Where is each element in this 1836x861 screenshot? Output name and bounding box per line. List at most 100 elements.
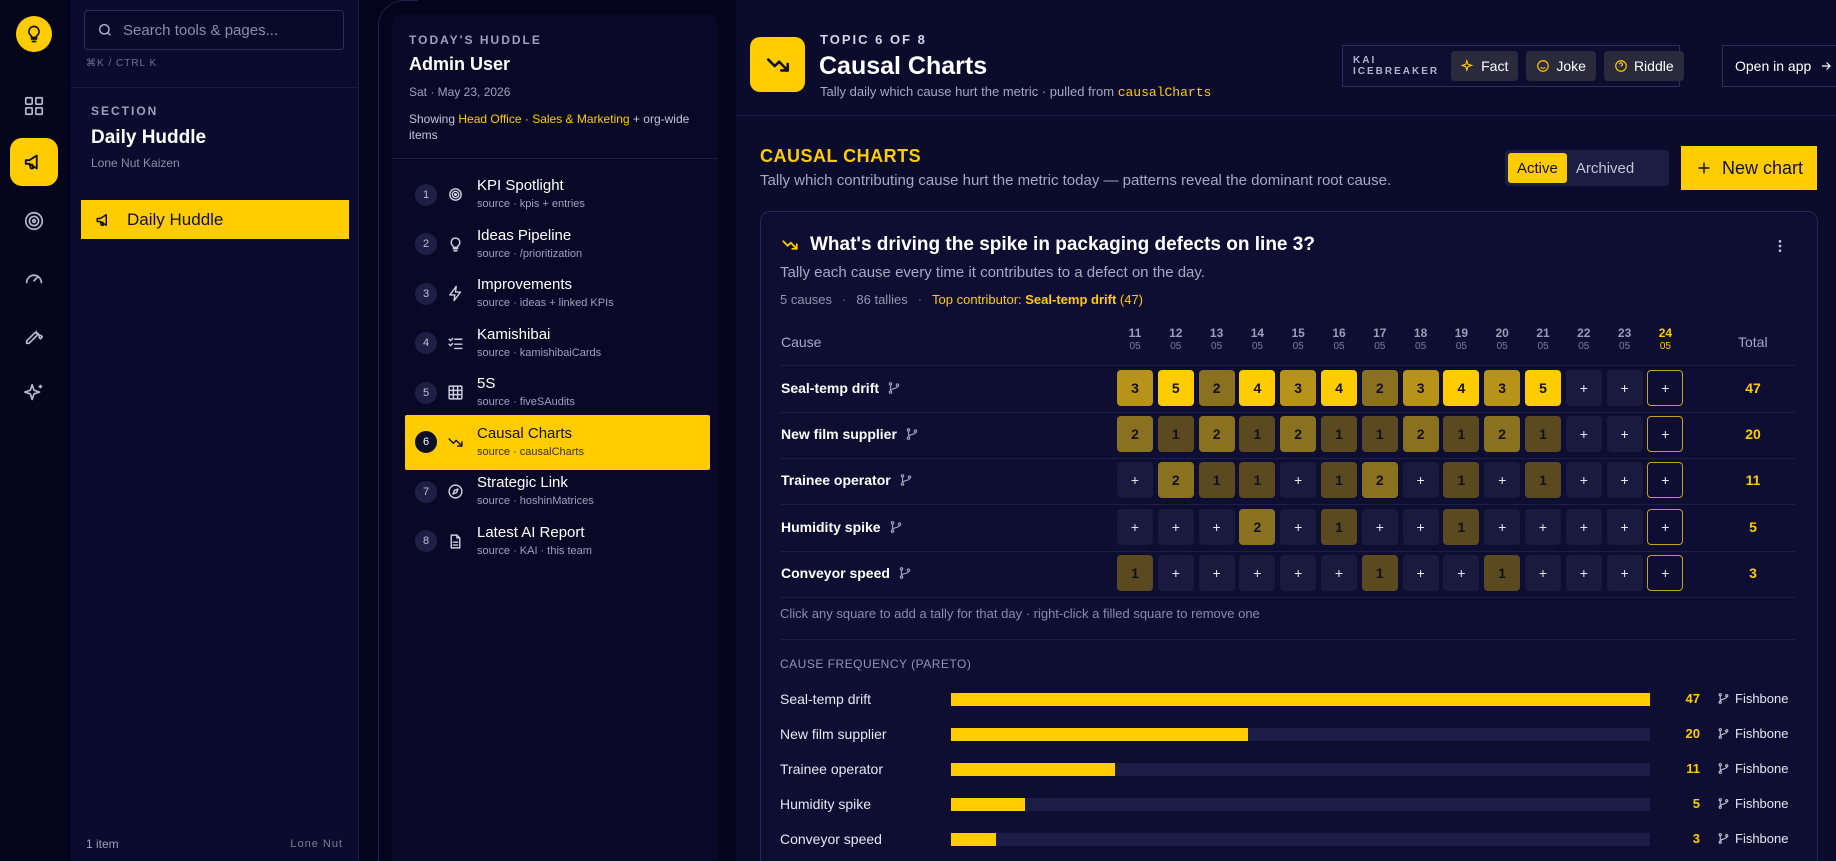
tally-add-cell[interactable]: + xyxy=(1484,508,1521,545)
tally-cell[interactable]: 1 xyxy=(1321,416,1357,453)
tally-add-cell[interactable]: + xyxy=(1280,508,1317,545)
tally-cell[interactable]: 1 xyxy=(1239,462,1276,499)
tally-cell[interactable]: 1 xyxy=(1525,462,1561,499)
tally-add-cell[interactable]: + xyxy=(1647,554,1684,591)
tally-cell[interactable]: 5 xyxy=(1157,370,1194,406)
fishbone-link[interactable]: Fishbone xyxy=(1717,831,1788,846)
topic-item[interactable]: 1 KPI Spotlight source · kpis + entries xyxy=(405,167,710,222)
tally-add-cell[interactable]: + xyxy=(1484,462,1521,499)
sparkle-icon[interactable] xyxy=(10,369,58,417)
tally-cell[interactable]: 4 xyxy=(1321,370,1357,406)
topic-item[interactable]: 6 Causal Charts source · causalCharts xyxy=(405,414,710,470)
branch-icon[interactable] xyxy=(889,520,903,534)
tally-add-cell[interactable]: + xyxy=(1402,462,1439,499)
nav-item-daily-huddle[interactable]: Daily Huddle xyxy=(81,200,349,239)
tally-cell[interactable]: 1 xyxy=(1361,416,1398,453)
tally-cell[interactable]: 1 xyxy=(1321,462,1357,499)
tally-add-cell[interactable]: + xyxy=(1606,416,1643,453)
fishbone-link[interactable]: Fishbone xyxy=(1717,796,1788,811)
tally-cell[interactable]: 3 xyxy=(1484,370,1521,406)
tally-cell[interactable]: 2 xyxy=(1402,416,1439,453)
tally-add-cell[interactable]: + xyxy=(1198,554,1235,591)
target-icon[interactable] xyxy=(10,197,58,245)
tally-cell[interactable]: 3 xyxy=(1402,370,1439,406)
tally-cell[interactable]: 1 xyxy=(1321,508,1357,545)
search-box[interactable] xyxy=(84,10,344,50)
tally-add-cell[interactable]: + xyxy=(1157,554,1194,591)
tally-add-cell[interactable]: + xyxy=(1565,416,1602,453)
tally-add-cell[interactable]: + xyxy=(1565,462,1602,499)
fishbone-link[interactable]: Fishbone xyxy=(1717,761,1788,776)
tally-cell[interactable]: 3 xyxy=(1280,370,1317,406)
tally-add-cell[interactable]: + xyxy=(1525,508,1561,545)
tally-add-cell[interactable]: + xyxy=(1321,554,1357,591)
tally-add-cell[interactable]: + xyxy=(1361,508,1398,545)
tally-cell[interactable]: 3 xyxy=(1117,370,1153,406)
tally-cell[interactable]: 2 xyxy=(1361,370,1398,406)
tally-add-cell[interactable]: + xyxy=(1198,508,1235,545)
tally-add-cell[interactable]: + xyxy=(1157,508,1194,545)
topic-item[interactable]: 3 Improvements source · ideas + linked KPI… xyxy=(405,266,710,321)
tally-add-cell[interactable]: + xyxy=(1117,462,1153,499)
tally-cell[interactable]: 1 xyxy=(1525,416,1561,453)
tally-add-cell[interactable]: + xyxy=(1402,508,1439,545)
joke-button[interactable]: Joke xyxy=(1526,51,1596,81)
tab-active[interactable]: Active xyxy=(1508,153,1567,183)
tally-add-cell[interactable]: + xyxy=(1402,554,1439,591)
tally-cell[interactable]: 1 xyxy=(1157,416,1194,453)
tally-add-cell[interactable]: + xyxy=(1565,554,1602,591)
tally-cell[interactable]: 2 xyxy=(1198,370,1235,406)
tally-cell[interactable]: 2 xyxy=(1280,416,1317,453)
scope-office[interactable]: Head Office xyxy=(458,112,521,126)
tally-add-cell[interactable]: + xyxy=(1647,508,1684,545)
tally-cell[interactable]: 1 xyxy=(1117,554,1153,591)
topic-item[interactable]: 8 Latest AI Report source · KAI · this tea… xyxy=(405,514,710,569)
lightbulb-logo-icon[interactable] xyxy=(16,16,52,52)
branch-icon[interactable] xyxy=(887,381,901,395)
topic-item[interactable]: 7 Strategic Link source · hoshinMatrices xyxy=(405,464,710,519)
branch-icon[interactable] xyxy=(905,427,919,441)
tally-add-cell[interactable]: + xyxy=(1525,554,1561,591)
tally-add-cell[interactable]: + xyxy=(1647,462,1684,499)
search-input[interactable] xyxy=(123,21,333,39)
tally-cell[interactable]: 4 xyxy=(1239,370,1276,406)
tally-cell[interactable]: 1 xyxy=(1443,462,1480,499)
open-in-app-button[interactable]: Open in app xyxy=(1722,45,1836,87)
tally-add-cell[interactable]: + xyxy=(1647,416,1684,453)
topic-item[interactable]: 2 Ideas Pipeline source · /prioritization xyxy=(405,217,710,272)
tally-add-cell[interactable]: + xyxy=(1117,508,1153,545)
fishbone-link[interactable]: Fishbone xyxy=(1717,726,1788,741)
tally-cell[interactable]: 1 xyxy=(1443,416,1480,453)
tally-cell[interactable]: 2 xyxy=(1117,416,1153,453)
tally-add-cell[interactable]: + xyxy=(1606,508,1643,545)
topic-item[interactable]: 4 Kamishibai source · kamishibaiCards xyxy=(405,316,710,371)
tally-add-cell[interactable]: + xyxy=(1606,462,1643,499)
tally-add-cell[interactable]: + xyxy=(1565,370,1602,406)
megaphone-icon[interactable] xyxy=(10,138,58,186)
tally-cell[interactable]: 1 xyxy=(1239,416,1276,453)
tally-cell[interactable]: 1 xyxy=(1361,554,1398,591)
tally-cell[interactable]: 1 xyxy=(1443,508,1480,545)
new-chart-button[interactable]: New chart xyxy=(1681,146,1817,190)
tally-add-cell[interactable]: + xyxy=(1606,370,1643,406)
tally-add-cell[interactable]: + xyxy=(1280,462,1317,499)
topic-item[interactable]: 5 5S source · fiveSAudits xyxy=(405,365,710,420)
grid-icon[interactable] xyxy=(10,82,58,130)
tally-add-cell[interactable]: + xyxy=(1443,554,1480,591)
tally-cell[interactable]: 2 xyxy=(1361,462,1398,499)
tally-cell[interactable]: 1 xyxy=(1198,462,1235,499)
tally-add-cell[interactable]: + xyxy=(1239,554,1276,591)
tally-cell[interactable]: 2 xyxy=(1198,416,1235,453)
tab-archived[interactable]: Archived xyxy=(1567,153,1643,183)
riddle-button[interactable]: Riddle xyxy=(1603,51,1684,81)
fact-button[interactable]: Fact xyxy=(1451,51,1519,81)
wrench-icon[interactable] xyxy=(10,312,58,360)
tally-cell[interactable]: 1 xyxy=(1484,554,1521,591)
tally-add-cell[interactable]: + xyxy=(1280,554,1317,591)
fishbone-link[interactable]: Fishbone xyxy=(1717,691,1788,706)
gauge-icon[interactable] xyxy=(10,254,58,302)
tally-cell[interactable]: 4 xyxy=(1443,370,1480,406)
tally-cell[interactable]: 5 xyxy=(1525,370,1561,406)
branch-icon[interactable] xyxy=(898,566,912,580)
tally-add-cell[interactable]: + xyxy=(1647,370,1684,406)
